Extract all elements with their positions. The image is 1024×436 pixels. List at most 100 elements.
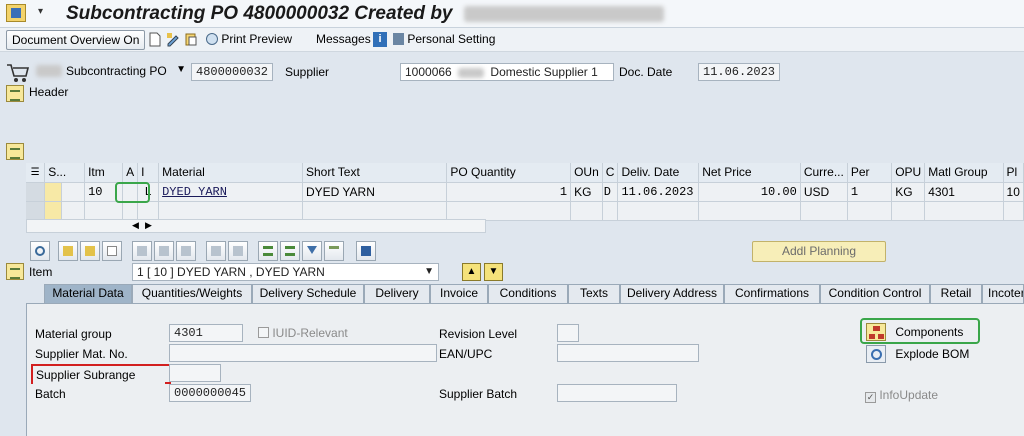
filter-button[interactable] (302, 241, 322, 261)
batch-field[interactable]: 0000000045 (169, 384, 251, 402)
unblock-item-button[interactable] (176, 241, 196, 261)
row-selector[interactable] (26, 182, 46, 202)
cell-empty[interactable] (891, 201, 926, 221)
col-i[interactable]: I (137, 163, 160, 183)
doc-date-field[interactable]: 11.06.2023 (698, 63, 780, 81)
deselect-all-button[interactable] (228, 241, 248, 261)
col-a[interactable]: A (122, 163, 139, 183)
scroll-right-icon[interactable]: ▶ (145, 220, 152, 231)
other-document-icon[interactable] (184, 32, 198, 47)
cell-short-text[interactable]: DYED YARN (302, 182, 448, 202)
paste-item-button[interactable] (80, 241, 100, 261)
display-change-icon[interactable] (166, 32, 180, 47)
horizontal-scrollbar[interactable]: ◀ ▶ (26, 219, 486, 233)
col-oun[interactable]: OUn (570, 163, 603, 183)
revision-level-field[interactable] (557, 324, 579, 342)
cell-empty[interactable] (698, 201, 801, 221)
col-currency[interactable]: Curre... (800, 163, 848, 183)
copy-item-button[interactable] (58, 241, 78, 261)
cell-empty[interactable] (924, 201, 1004, 221)
tab-invoice[interactable]: Invoice (430, 284, 488, 303)
cell-empty[interactable] (137, 201, 160, 221)
cell-net-price[interactable]: 10.00 (698, 182, 801, 202)
addl-planning-button[interactable]: Addl Planning (752, 241, 886, 262)
print-preview-button[interactable]: Print Preview (206, 30, 292, 50)
infoupdate-checkbox[interactable]: ✓ InfoUpdate (865, 388, 938, 403)
tab-confirmations[interactable]: Confirmations (724, 284, 820, 303)
previous-item-button[interactable]: ▲ (462, 263, 481, 281)
menu-arrow-icon[interactable]: ▾ (38, 6, 43, 17)
cell-pl[interactable]: 10 (1003, 182, 1024, 202)
tab-delivery-address[interactable]: Delivery Address (620, 284, 724, 303)
layout-button[interactable] (356, 241, 376, 261)
expand-item-detail-button[interactable] (6, 263, 24, 280)
tab-texts[interactable]: Texts (568, 284, 620, 303)
tab-incoterms[interactable]: Incoter (982, 284, 1024, 303)
cell-empty[interactable] (602, 201, 619, 221)
col-net-price[interactable]: Net Price (698, 163, 801, 183)
col-material[interactable]: Material (158, 163, 303, 183)
select-all-icon[interactable]: ☰ (26, 163, 46, 183)
cell-matl-group[interactable]: 4301 (924, 182, 1004, 202)
material-group-field[interactable]: 4301 (169, 324, 243, 342)
table-row[interactable]: 10 L DYED YARN DYED YARN 1 KG D 11.06.20… (26, 182, 1024, 202)
tab-delivery-schedule[interactable]: Delivery Schedule (252, 284, 364, 303)
po-number-field[interactable]: 4800000032 (191, 63, 273, 81)
cell-empty[interactable] (158, 201, 303, 221)
cell-currency[interactable]: USD (800, 182, 848, 202)
messages-button[interactable]: Messages (316, 30, 371, 50)
cell-material[interactable]: DYED YARN (158, 182, 303, 202)
cell-empty[interactable] (302, 201, 448, 221)
select-all-button[interactable] (206, 241, 226, 261)
document-overview-button[interactable]: Document Overview On (6, 30, 146, 50)
item-select[interactable]: 1 [ 10 ] DYED YARN , DYED YARN ▼ (132, 263, 439, 281)
row-selector[interactable] (26, 201, 46, 221)
tab-retail[interactable]: Retail (930, 284, 982, 303)
cell-empty[interactable] (84, 201, 124, 221)
col-po-quantity[interactable]: PO Quantity (446, 163, 572, 183)
material-link[interactable]: DYED YARN (162, 185, 227, 199)
block-item-button[interactable] (154, 241, 174, 261)
cell-oun[interactable]: KG (570, 182, 603, 202)
cell-deliv-date[interactable]: 11.06.2023 (617, 182, 700, 202)
info-button[interactable]: i (373, 32, 387, 47)
supplier-field[interactable]: 1000066 Domestic Supplier 1 (400, 63, 614, 81)
cell-empty[interactable] (122, 201, 139, 221)
tab-delivery[interactable]: Delivery (364, 284, 430, 303)
col-pl[interactable]: Pl (1003, 163, 1024, 183)
filter-off-button[interactable] (324, 241, 344, 261)
supplier-subrange-field[interactable] (169, 364, 221, 382)
sort-ascending-button[interactable] (258, 241, 278, 261)
sort-descending-button[interactable] (280, 241, 300, 261)
new-item-button[interactable] (102, 241, 122, 261)
scroll-left-icon[interactable]: ◀ (132, 220, 139, 231)
tab-material-data[interactable]: Material Data (44, 284, 132, 303)
table-row-empty[interactable] (26, 201, 1024, 221)
new-document-icon[interactable] (148, 32, 162, 47)
col-deliv-date[interactable]: Deliv. Date (617, 163, 700, 183)
cell-empty[interactable] (617, 201, 700, 221)
po-type-dropdown[interactable]: Subcontracting PO ▼ (66, 64, 190, 82)
cell-empty[interactable] (847, 201, 893, 221)
tab-condition-control[interactable]: Condition Control (820, 284, 930, 303)
ean-upc-field[interactable] (557, 344, 699, 362)
col-status[interactable]: S... (44, 163, 86, 183)
cell-empty[interactable] (570, 201, 603, 221)
delete-item-button[interactable] (132, 241, 152, 261)
next-item-button[interactable]: ▼ (484, 263, 503, 281)
tab-conditions[interactable]: Conditions (488, 284, 568, 303)
col-c[interactable]: C (602, 163, 619, 183)
iuid-relevant-checkbox[interactable]: IUID-Relevant (258, 326, 348, 340)
explode-bom-button[interactable]: Explode BOM (866, 345, 969, 365)
cell-empty[interactable] (446, 201, 572, 221)
col-matl-group[interactable]: Matl Group (924, 163, 1004, 183)
col-short-text[interactable]: Short Text (302, 163, 448, 183)
expand-overview-button[interactable] (6, 143, 24, 160)
cell-opu[interactable]: KG (891, 182, 926, 202)
supplier-batch-field[interactable] (557, 384, 677, 402)
cell-empty[interactable] (800, 201, 848, 221)
col-opu[interactable]: OPU (891, 163, 926, 183)
cell-c[interactable]: D (602, 182, 619, 202)
col-itm[interactable]: Itm (84, 163, 124, 183)
personal-setting-button[interactable]: Personal Setting (393, 30, 495, 50)
